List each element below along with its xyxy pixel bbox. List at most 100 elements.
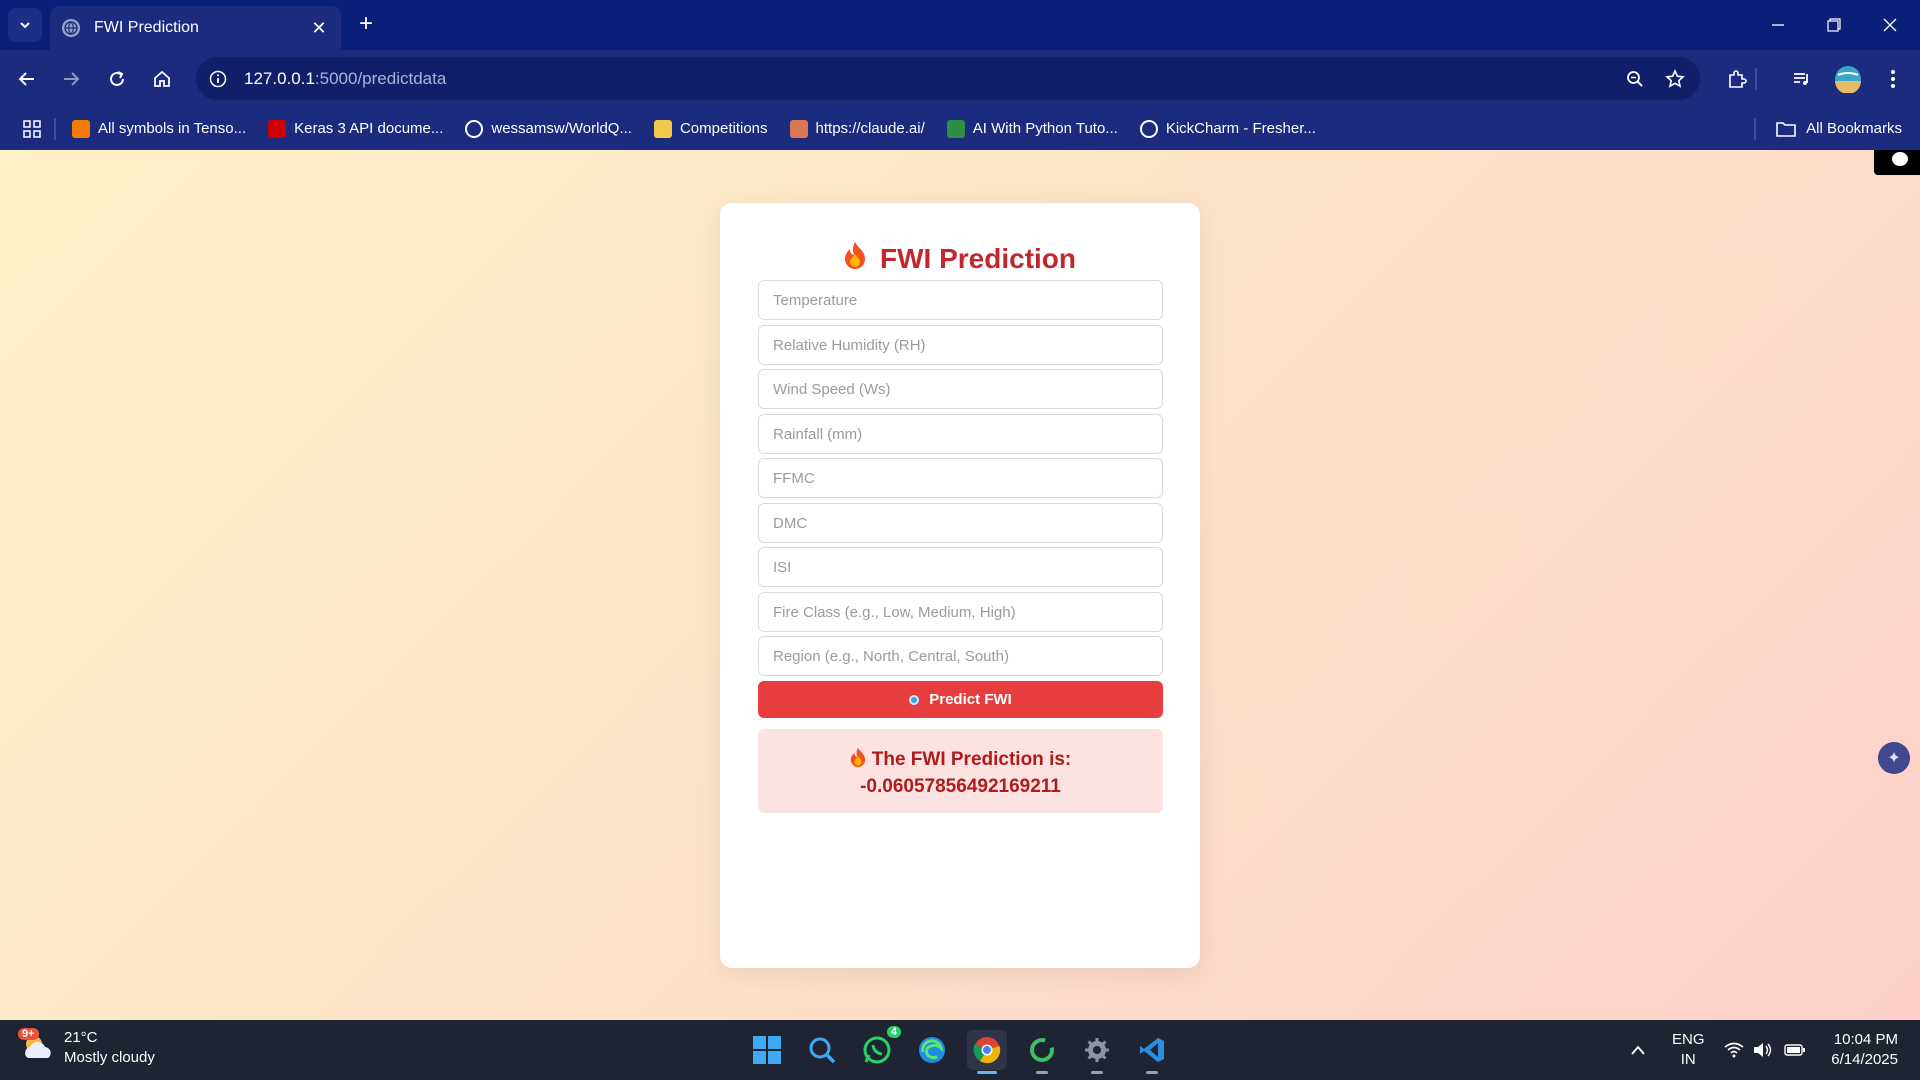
bookmark-item[interactable]: Keras 3 API docume... (268, 119, 444, 138)
address-bar[interactable]: 127.0.0.1:5000/predictdata (196, 57, 1700, 100)
weather-badge: 9+ (18, 1028, 39, 1040)
bookmark-label: wessamsw/WorldQ... (491, 120, 632, 137)
search-icon (809, 1037, 836, 1064)
edge-icon (919, 1037, 945, 1063)
forward-button[interactable] (56, 64, 86, 94)
keras-icon (268, 119, 287, 138)
minimize-icon (1772, 24, 1784, 26)
folder-icon (1776, 121, 1796, 137)
whatsapp-taskbar-button[interactable]: 4 (857, 1026, 901, 1070)
page-title: FWI Prediction (720, 241, 1200, 276)
weather-text: 21°C Mostly cloudy (64, 1028, 155, 1068)
site-info-icon[interactable] (206, 67, 230, 91)
minimize-button[interactable] (1750, 0, 1806, 50)
weather-temp: 21°C (64, 1029, 98, 1046)
clock-time: 10:04 PM (1833, 1031, 1898, 1048)
prediction-result: The FWI Prediction is: -0.06057856492169… (758, 729, 1163, 813)
bookmark-star-icon[interactable] (1660, 64, 1690, 94)
bookmark-item[interactable]: KickCharm - Fresher... (1139, 119, 1316, 138)
extensions-button[interactable] (1722, 64, 1752, 94)
url-host: 127.0.0.1 (244, 68, 315, 88)
arrow-right-icon (64, 72, 80, 86)
bookmarks-divider (54, 117, 56, 140)
result-value: -0.06057856492169211 (860, 776, 1061, 797)
all-bookmarks-label: All Bookmarks (1806, 120, 1902, 137)
language-line2: IN (1680, 1051, 1696, 1068)
tab-fwi-prediction[interactable]: FWI Prediction ✕ (50, 6, 341, 50)
loading-app-taskbar-button[interactable] (1022, 1030, 1062, 1074)
cloudy-weather-icon: 9+ (18, 1028, 56, 1066)
dmc-input[interactable] (758, 503, 1163, 543)
whatsapp-icon (863, 1036, 891, 1064)
bookmark-label: https://claude.ai/ (815, 120, 925, 137)
close-window-button[interactable] (1862, 0, 1918, 50)
home-button[interactable] (147, 64, 177, 94)
profile-avatar[interactable] (1833, 64, 1863, 94)
windows-taskbar: 9+ 21°C Mostly cloudy 4 ENG IN 10:04 PM … (0, 1020, 1920, 1080)
show-hidden-icons-button[interactable] (1630, 1020, 1646, 1080)
globe-icon (62, 19, 80, 37)
close-icon (1883, 18, 1897, 32)
weather-desc: Mostly cloudy (64, 1049, 155, 1066)
bookmark-list: All symbols in Tenso... Keras 3 API docum… (72, 119, 1338, 138)
all-bookmarks-button[interactable]: All Bookmarks (1754, 107, 1902, 150)
windows-icon (753, 1036, 781, 1064)
media-control-button[interactable] (1787, 64, 1817, 94)
system-clock[interactable]: 10:04 PM 6/14/2025 (1831, 1030, 1898, 1070)
language-indicator[interactable]: ENG IN (1672, 1030, 1705, 1070)
settings-taskbar-button[interactable] (1077, 1030, 1117, 1074)
bookmark-item[interactable]: wessamsw/WorldQ... (465, 119, 632, 138)
menu-button[interactable] (1878, 64, 1908, 94)
bookmark-label: Keras 3 API docume... (294, 120, 444, 137)
fire-class-input[interactable] (758, 592, 1163, 632)
clock-date: 6/14/2025 (1831, 1051, 1898, 1068)
sparkle-icon[interactable]: ✦ (1878, 742, 1910, 774)
browser-toolbar: 127.0.0.1:5000/predictdata (0, 50, 1920, 107)
volume-icon[interactable] (1753, 1020, 1773, 1080)
edge-taskbar-button[interactable] (912, 1030, 952, 1070)
home-icon (154, 70, 170, 87)
weather-widget[interactable]: 9+ 21°C Mostly cloudy (18, 1028, 155, 1068)
humidity-input[interactable] (758, 325, 1163, 365)
bookmark-item[interactable]: Competitions (653, 119, 768, 138)
restore-icon (1827, 18, 1841, 32)
tab-close-icon[interactable]: ✕ (309, 18, 329, 39)
apps-grid-icon[interactable] (22, 119, 42, 139)
bookmark-item[interactable]: All symbols in Tenso... (72, 119, 246, 138)
region-input[interactable] (758, 636, 1163, 676)
start-button[interactable] (747, 1030, 787, 1070)
wind-speed-input[interactable] (758, 369, 1163, 409)
back-button[interactable] (12, 64, 42, 94)
fire-icon (850, 747, 865, 767)
claude-icon (789, 119, 808, 138)
bookmark-label: AI With Python Tuto... (972, 120, 1118, 137)
zoom-icon[interactable] (1620, 64, 1650, 94)
ffmc-input[interactable] (758, 458, 1163, 498)
restore-button[interactable] (1806, 0, 1862, 50)
browser-titlebar: FWI Prediction ✕ + (0, 0, 1920, 50)
bookmark-item[interactable]: https://claude.ai/ (789, 119, 925, 138)
github-icon (465, 119, 484, 138)
running-indicator (1091, 1071, 1103, 1074)
playlist-icon (1794, 73, 1808, 85)
wifi-icon[interactable] (1724, 1020, 1744, 1080)
avatar (1835, 66, 1861, 93)
bookmark-item[interactable]: AI With Python Tuto... (946, 119, 1118, 138)
page-viewport: ✦ FWI Prediction Predict FWI The FWI Pre… (0, 150, 1920, 1020)
extension-widget[interactable] (1874, 150, 1920, 175)
reload-icon (110, 71, 124, 86)
tensorflow-icon (72, 119, 90, 138)
temperature-input[interactable] (758, 280, 1163, 320)
reload-button[interactable] (102, 64, 132, 94)
predict-button[interactable]: Predict FWI (758, 681, 1163, 718)
search-taskbar-button[interactable] (802, 1030, 842, 1070)
more-vert-icon (1891, 70, 1895, 88)
fire-icon (844, 241, 866, 276)
vscode-taskbar-button[interactable] (1132, 1030, 1172, 1074)
isi-input[interactable] (758, 547, 1163, 587)
new-tab-button[interactable]: + (352, 10, 380, 38)
chrome-taskbar-button[interactable] (967, 1030, 1007, 1074)
tab-search-button[interactable] (8, 8, 42, 42)
battery-icon[interactable] (1784, 1020, 1806, 1080)
rainfall-input[interactable] (758, 414, 1163, 454)
